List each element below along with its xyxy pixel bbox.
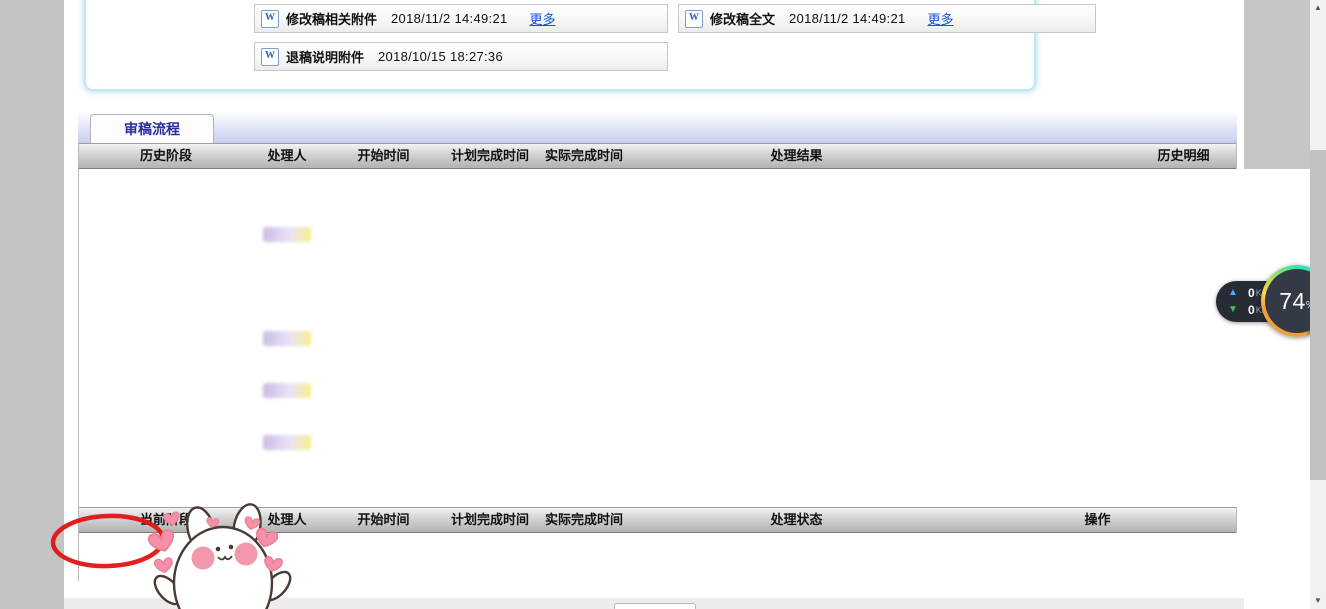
down-arrow-icon: ▼ — [1228, 304, 1238, 315]
more-link[interactable]: 更多 — [530, 9, 556, 28]
column-header: 历史阶段 — [139, 148, 192, 163]
column-header: 实际完成时间 — [544, 512, 623, 527]
more-link[interactable]: 更多 — [928, 9, 954, 28]
vertical-scrollbar[interactable]: ▲ ▼ — [1310, 0, 1326, 609]
attachment-revised-files: 修改稿相关附件 2018/11/2 14:49:21 更多 — [254, 4, 668, 33]
scroll-up-arrow-icon[interactable]: ▲ — [1310, 0, 1326, 16]
column-header: 处理结果 — [770, 148, 823, 163]
table-row: 专家审回*2018/10/252018/11/2退改 请规范文中香港、澳门及台湾… — [79, 403, 1326, 609]
scrollbar-thumb[interactable] — [1310, 150, 1326, 480]
redacted-handler-name — [263, 331, 311, 347]
table-row: 专家审回*2018/10/112018/10/15退改 作者您好，专家提出了修改… — [79, 299, 1326, 609]
table-row: 复审作者修改稿件2018/10/242018/11/32018/10/25详细 — [79, 377, 1326, 609]
tab-strip: 审稿流程 — [78, 112, 1237, 144]
table-row: 专家审回*2018/9/132018/9/17退改 作者您好，专家提出了修改意见… — [79, 195, 1326, 609]
table-row: 复审作者修改稿件2018/9/172018/9/272018/9/25详细 — [79, 221, 1326, 609]
column-header: 处理人 — [267, 512, 307, 527]
redacted-handler-name — [263, 435, 311, 451]
table-row: 专家审回*2018/9/252018/9/27送二审 作者返修稿，请您对稿件进行… — [79, 247, 1326, 609]
table-row: 外审*2018/9/272018/10/222018/10/11** — [79, 273, 1326, 609]
column-header: 历史明细 — [1157, 148, 1210, 163]
column-header: 操作 — [1084, 512, 1111, 527]
manuscript-review-page: 修改稿相关附件 2018/11/2 14:49:21 更多 修改稿全文 2018… — [0, 0, 1326, 609]
table-row: 专家审回*2018/10/232018/10/24退改 图3、图6、图7各图标之… — [79, 351, 1326, 609]
upload-speed-value: 0 — [1248, 285, 1255, 300]
column-header: 开始时间 — [357, 148, 410, 163]
attachment-revised-fulltext: 修改稿全文 2018/11/2 14:49:21 更多 — [678, 4, 1096, 33]
up-arrow-icon: ▲ — [1228, 287, 1238, 298]
table-header-row: 当前阶段 处理人 开始时间 计划完成时间 实际完成时间 处理状态 操作 — [79, 507, 1236, 533]
percent-value: 74 — [1279, 287, 1306, 314]
column-header: 处理人 — [267, 148, 307, 163]
redacted-handler-name — [263, 383, 311, 399]
current-stage-table: 当前阶段 处理人 开始时间 计划完成时间实际完成时间 处理状态 操作安排刊期*2018/1… — [78, 507, 1326, 609]
attachment-label: 修改稿全文 — [710, 12, 776, 27]
review-history-table: 历史阶段处理人开始时间计划完成时间实际完成时间处理结果历史明细初审*2018/7… — [78, 143, 1326, 609]
attachment-time: 2018/11/2 14:49:21 — [789, 11, 906, 26]
table-row: 初审*2018/7/162018/7/262018/7/18送外审(一审) 请专… — [79, 169, 1326, 609]
word-doc-icon — [261, 9, 279, 28]
column-header: 实际完成时间 — [544, 148, 623, 163]
download-speed-value: 0 — [1248, 302, 1255, 317]
attachment-rejection-note: 退稿说明附件 2018/10/15 18:27:36 — [254, 42, 668, 71]
left-gray-margin — [0, 0, 64, 609]
column-header — [959, 144, 1131, 168]
attachments-panel: 修改稿相关附件 2018/11/2 14:49:21 更多 修改稿全文 2018… — [84, 0, 1096, 91]
column-header: 计划完成时间 — [450, 512, 529, 527]
tab-review-process[interactable]: 审稿流程 — [90, 114, 214, 144]
column-header: 当前阶段 — [139, 512, 192, 527]
attachment-time: 2018/11/2 14:49:21 — [391, 11, 508, 26]
column-header: 处理状态 — [770, 512, 823, 527]
attachment-label: 退稿说明附件 — [286, 50, 365, 65]
scroll-down-arrow-icon[interactable]: ▼ — [1310, 593, 1326, 609]
column-header: 计划完成时间 — [450, 148, 529, 163]
table-row: 终审*2018/11/52018/11/8安排刊期 请在收到本通知之日起30日内… — [79, 481, 1326, 609]
footer-button-cropped[interactable] — [614, 603, 696, 609]
table-row: 复审作者修改稿件2018/11/22018/11/122018/11/2详细 — [79, 429, 1326, 609]
table-header-row: 历史阶段 处理人 开始时间 计划完成时间 实际完成时间 处理结果 历史明细 — [79, 143, 1236, 169]
attachment-time: 2018/10/15 18:27:36 — [378, 49, 503, 64]
word-doc-icon — [685, 9, 703, 28]
word-doc-icon — [261, 47, 279, 66]
attachment-label: 修改稿相关附件 — [286, 12, 378, 27]
redacted-handler-name — [263, 227, 311, 243]
table-row: 专家审回*2018/11/22018/11/5终审 经过稿件评审和相关信息核实，… — [79, 455, 1326, 609]
table-row: 复审作者修改稿件2018/10/152018/10/252018/10/23详细 — [79, 325, 1326, 609]
table-row: 安排刊期*2018/11/82018/11/18[待完成] — [79, 533, 1326, 609]
column-header: 开始时间 — [357, 512, 410, 527]
